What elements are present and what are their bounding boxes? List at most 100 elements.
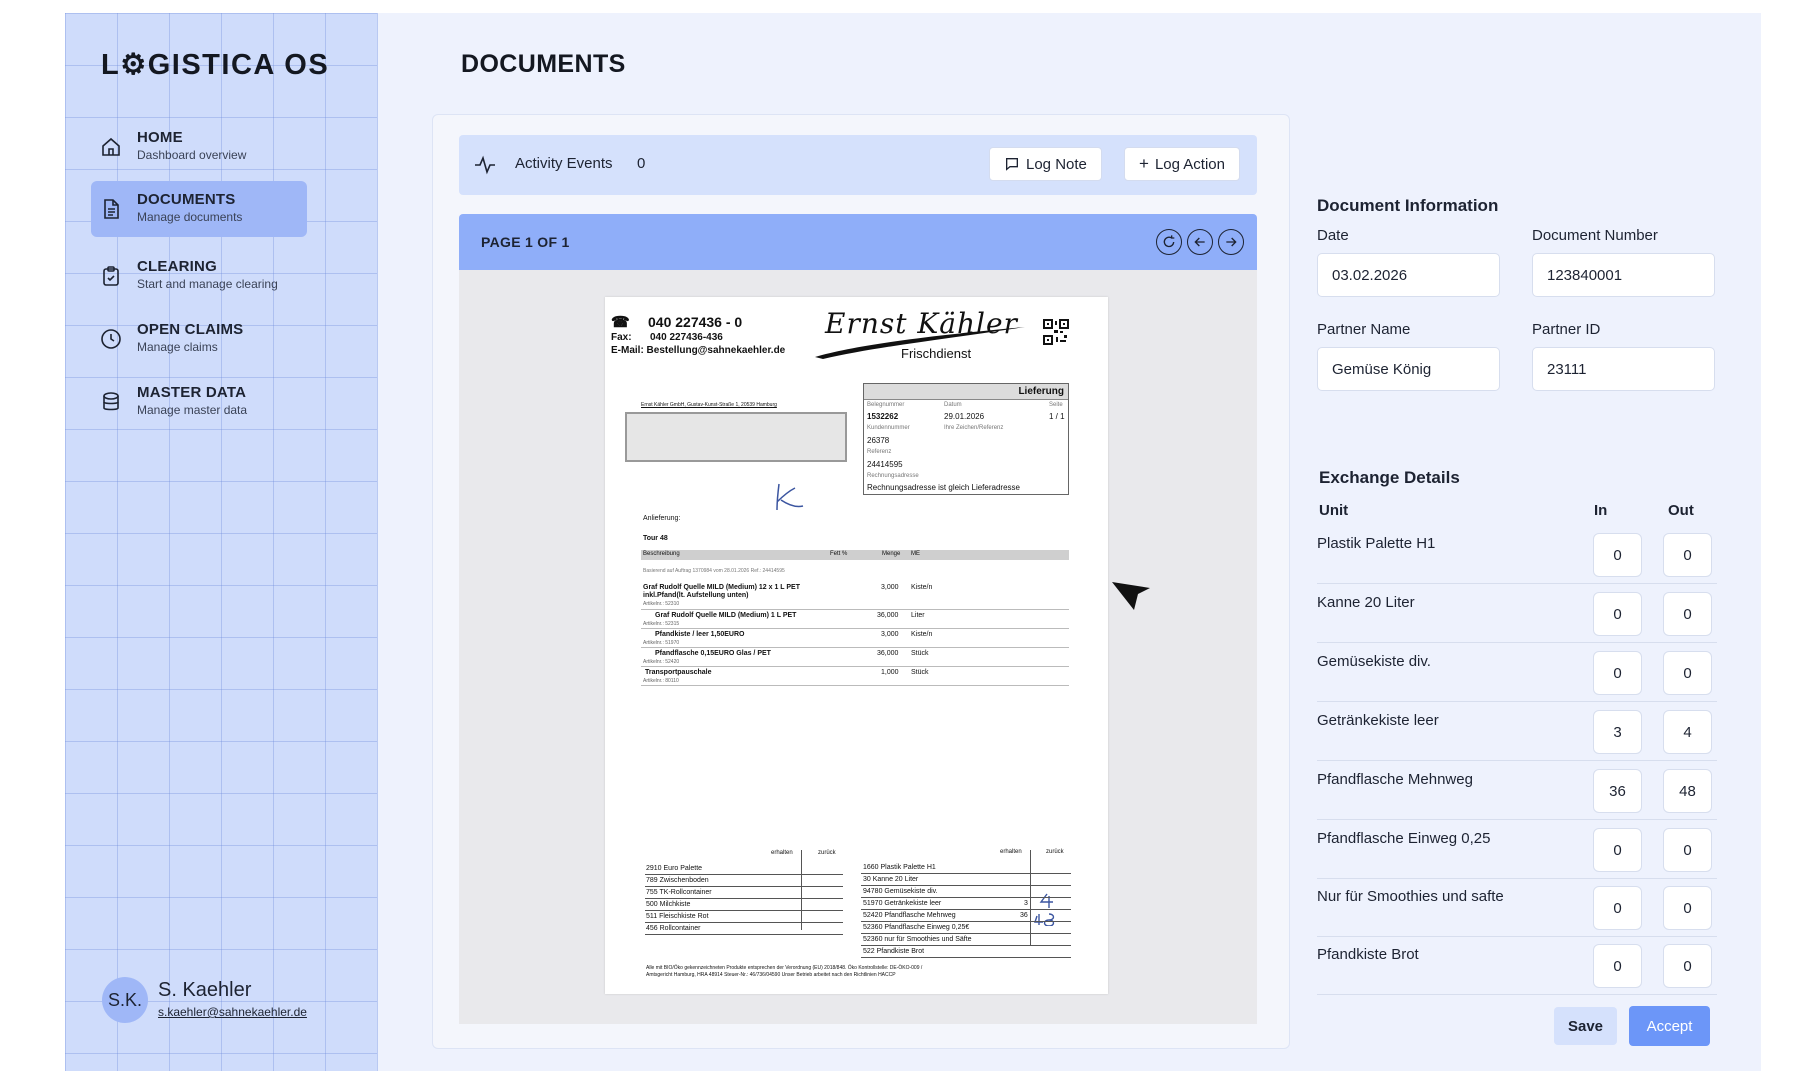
log-note-label: Log Note xyxy=(1026,155,1087,173)
scan-deposit-item: 94780 Gemüsekiste div. xyxy=(863,888,938,895)
exchange-out-field[interactable]: 0 xyxy=(1663,651,1712,695)
document-viewer[interactable]: ☎ 040 227436 - 0 Fax: 040 227436-436 E-M… xyxy=(459,270,1257,1024)
date-field[interactable]: 03.02.2026 xyxy=(1317,253,1500,297)
scan-deposit-header: erhalten xyxy=(1000,849,1022,855)
user-name: S. Kaehler xyxy=(158,979,252,1001)
brand-subtitle: Frischdienst xyxy=(901,346,972,361)
scan-deposit-item: 755 TK-Rollcontainer xyxy=(646,889,712,896)
exchange-in-field[interactable]: 0 xyxy=(1593,944,1642,988)
scan-line-art: Artikelnr.: 52310 xyxy=(643,601,680,607)
date-label: Date xyxy=(1317,227,1349,244)
exchange-in-field[interactable]: 0 xyxy=(1593,533,1642,577)
address-window xyxy=(625,412,847,462)
scan-deposit-value: 3 xyxy=(1024,900,1028,907)
sidebar-item-master-data[interactable]: MASTER DATA Manage master data xyxy=(91,374,307,430)
scan-row-line xyxy=(861,909,1071,910)
scan-field-label: Ihre Zeichen/Referenz xyxy=(944,425,1004,431)
partner-name-field[interactable]: Gemüse König xyxy=(1317,347,1500,391)
scan-deposit-item: 789 Zwischenboden xyxy=(646,877,709,884)
scan-deposit-item: 51970 Getränkekiste leer xyxy=(863,900,942,907)
scan-line-qty: 36,000 xyxy=(877,612,899,619)
log-action-button[interactable]: + Log Action xyxy=(1124,147,1240,181)
exchange-out-field[interactable]: 4 xyxy=(1663,710,1712,754)
sidebar-item-subtitle: Dashboard overview xyxy=(137,148,247,162)
partner-id-field[interactable]: 23111 xyxy=(1532,347,1715,391)
scan-row-line xyxy=(861,897,1071,898)
exchange-out-field[interactable]: 0 xyxy=(1663,533,1712,577)
exchange-out-field[interactable]: 0 xyxy=(1663,592,1712,636)
exchange-out-field[interactable]: 0 xyxy=(1663,828,1712,872)
clock-icon xyxy=(101,329,121,349)
sidebar-item-clearing[interactable]: CLEARING Start and manage clearing xyxy=(91,248,307,304)
exchange-in-field[interactable]: 0 xyxy=(1593,651,1642,695)
scan-col-line xyxy=(801,850,802,930)
exchange-in-field[interactable]: 0 xyxy=(1593,886,1642,930)
scan-deposit-item: 456 Rollcontainer xyxy=(646,925,701,932)
scan-deposit-item: 2910 Euro Palette xyxy=(646,865,703,872)
previous-page-button[interactable] xyxy=(1187,229,1213,255)
document-number-field[interactable]: 123840001 xyxy=(1532,253,1715,297)
in-column-header: In xyxy=(1594,502,1608,519)
user-email-link[interactable]: s.kaehler@sahnekaehler.de xyxy=(158,1005,307,1019)
scan-field-value: 1 / 1 xyxy=(1049,412,1065,421)
exchange-row: Pfandflasche Mehnweg 36 48 xyxy=(1317,761,1717,820)
log-note-button[interactable]: Log Note xyxy=(989,147,1102,181)
exchange-details-title: Exchange Details xyxy=(1319,468,1460,487)
clipboard-check-icon xyxy=(103,266,119,286)
scan-line-art: Artikelnr.: 52315 xyxy=(643,621,680,627)
save-button[interactable]: Save xyxy=(1554,1007,1617,1045)
exchange-in-field[interactable]: 36 xyxy=(1593,769,1642,813)
avatar[interactable]: S.K. xyxy=(102,977,148,1023)
sidebar-item-open-claims[interactable]: OPEN CLAIMS Manage claims xyxy=(91,311,307,367)
sidebar-item-home[interactable]: HOME Dashboard overview xyxy=(91,119,307,175)
exchange-unit-name: Getränkekiste leer xyxy=(1317,712,1439,729)
scan-doc-type: Lieferung xyxy=(1018,386,1064,397)
scan-line-desc: Pfandflasche 0,15EURO Glas / PET xyxy=(655,650,771,657)
scan-field-label: Referenz xyxy=(867,449,892,455)
scan-fax: 040 227436-436 xyxy=(650,332,723,343)
exchange-in-field[interactable]: 3 xyxy=(1593,710,1642,754)
sidebar-item-title: HOME xyxy=(137,129,183,146)
sidebar-item-subtitle: Manage documents xyxy=(137,210,243,224)
document-icon xyxy=(104,199,119,219)
activity-label: Activity Events xyxy=(515,155,613,172)
exchange-unit-name: Kanne 20 Liter xyxy=(1317,594,1415,611)
scan-line-qty: 36,000 xyxy=(877,650,899,657)
exchange-out-field[interactable]: 0 xyxy=(1663,886,1712,930)
refresh-button[interactable] xyxy=(1156,229,1182,255)
exchange-in-field[interactable]: 0 xyxy=(1593,592,1642,636)
sidebar-item-title: MASTER DATA xyxy=(137,384,247,401)
scan-footer: Amtsgericht Hamburg, HRA 48914 Steuer-Nr… xyxy=(646,972,896,978)
scan-phone: 040 227436 - 0 xyxy=(648,314,743,330)
scan-basis-line: Basierend auf Auftrag 1370984 vom 28.01.… xyxy=(643,568,785,574)
scan-field-label: Belegnummer xyxy=(867,402,905,408)
exchange-out-field[interactable]: 48 xyxy=(1663,769,1712,813)
scan-deposit-header: erhalten xyxy=(771,850,793,856)
exchange-out-field[interactable]: 0 xyxy=(1663,944,1712,988)
scan-line-unit: Stück xyxy=(911,669,929,676)
next-page-button[interactable] xyxy=(1218,229,1244,255)
comment-icon xyxy=(1006,158,1018,171)
scan-row-line xyxy=(861,885,1071,886)
scan-col-header: ME xyxy=(911,551,920,557)
scan-sender-line: Ernst Kähler GmbH, Gustav-Kunst-Straße 1… xyxy=(641,402,777,408)
sidebar-item-documents[interactable]: DOCUMENTS Manage documents xyxy=(91,181,307,237)
scan-row-line xyxy=(861,957,1071,958)
exchange-in-field[interactable]: 0 xyxy=(1593,828,1642,872)
scan-line-desc: inkl.Pfand(lt. Aufstellung unten) xyxy=(643,592,749,599)
info-box: Lieferung Belegnummer Datum Seite 153226… xyxy=(863,383,1069,495)
sidebar-item-subtitle: Manage master data xyxy=(137,403,248,417)
scan-field-value: 1532262 xyxy=(867,412,899,421)
scan-deposit-item: 500 Milchkiste xyxy=(646,901,691,908)
scan-delivery-label: Anlieferung: xyxy=(643,515,681,522)
scan-deposit-value: 36 xyxy=(1020,912,1028,919)
exchange-row: Kanne 20 Liter 0 0 xyxy=(1317,584,1717,643)
exchange-row: Pfandkiste Brot 0 0 xyxy=(1317,936,1717,995)
exchange-row: Gemüsekiste div. 0 0 xyxy=(1317,643,1717,702)
scan-tour: Tour 48 xyxy=(643,535,668,542)
exchange-unit-name: Pfandflasche Einweg 0,25 xyxy=(1317,830,1491,847)
scan-row-line xyxy=(645,874,843,875)
partner-name-label: Partner Name xyxy=(1317,321,1411,338)
exchange-row: Pfandflasche Einweg 0,25 0 0 xyxy=(1317,820,1717,879)
accept-button[interactable]: Accept xyxy=(1629,1006,1710,1046)
